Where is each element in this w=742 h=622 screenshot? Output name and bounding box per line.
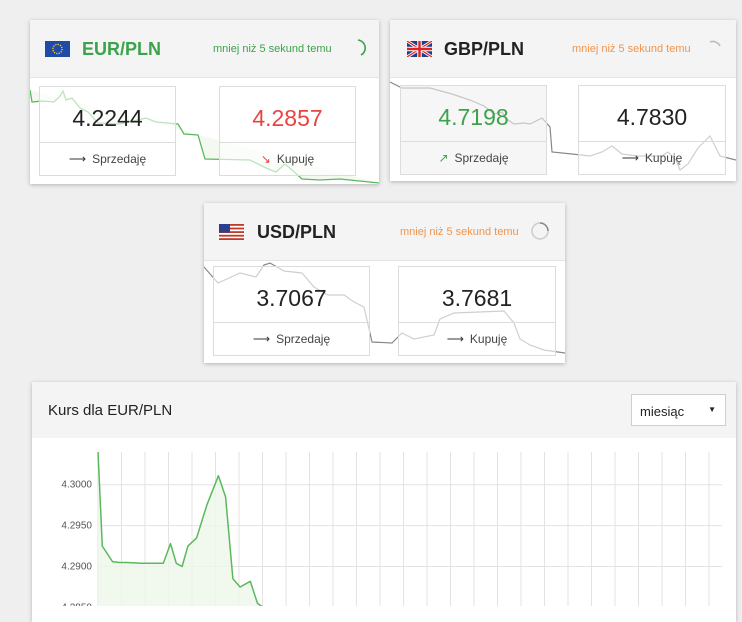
eu-flag-icon (45, 41, 70, 57)
uk-flag-icon (407, 41, 432, 57)
sell-label: Sprzedaję (276, 332, 331, 346)
pair-title: EUR/PLN (82, 39, 162, 59)
rate-chart-panel: Kurs dla EUR/PLN miesiąc ▼ 4.3000 4.2950 4… (32, 382, 736, 622)
buy-label: Kupuję (276, 152, 315, 166)
buy-rate-box: 4.2857 ↘ Kupuję (219, 86, 356, 176)
trend-up-icon: ↗ (438, 151, 449, 165)
arrow-right-icon: ⟶ (621, 151, 639, 165)
sell-label: Sprzedaję (92, 152, 147, 166)
chart-title: Kurs dla EUR/PLN (48, 402, 173, 419)
refresh-spinner-icon (357, 39, 366, 56)
pair-title: GBP/PLN (444, 39, 525, 59)
period-select[interactable]: miesiąc ▼ (631, 394, 726, 426)
sell-rate-box: 4.2244 ⟶ Sprzedaję (39, 86, 176, 176)
refresh-spinner-icon (531, 222, 549, 240)
sell-rate-box: 4.7198 ↗ Sprzedaję (400, 85, 547, 175)
sell-button[interactable]: ⟶ Sprzedaję (40, 142, 175, 175)
buy-rate-box: 3.7681 ⟶ Kupuję (398, 266, 556, 356)
currency-card-usd: USD/PLN mniej niż 5 sekund temu 3.7067 ⟶… (204, 203, 565, 363)
buy-rate-value: 4.7830 (616, 104, 688, 130)
rate-line-chart: 4.3000 4.2950 4.2900 4.2850 (61, 451, 722, 606)
update-status: mniej niż 5 sekund temu (572, 43, 691, 55)
card-header: USD/PLN mniej niż 5 sekund temu (204, 203, 565, 261)
buy-rate-value: 3.7681 (441, 285, 513, 311)
card-header: GBP/PLN mniej niż 5 sekund temu (390, 20, 736, 78)
y-tick-label: 4.2950 (61, 521, 92, 532)
update-status: mniej niż 5 sekund temu (213, 43, 332, 55)
arrow-right-icon: ⟶ (252, 332, 271, 346)
y-tick-label: 4.3000 (61, 480, 92, 491)
arrow-right-icon: ⟶ (68, 152, 87, 166)
currency-card-eur: EUR/PLN mniej niż 5 sekund temu 4.2244 ⟶… (30, 20, 379, 184)
us-flag-icon (219, 224, 244, 240)
refresh-spinner-icon (709, 40, 721, 47)
currency-card-gbp: GBP/PLN mniej niż 5 sekund temu 4.7198 ↗… (390, 20, 736, 181)
y-tick-label: 4.2850 (61, 602, 92, 606)
period-selected: miesiąc (640, 404, 685, 419)
arrow-right-icon: ⟶ (446, 332, 464, 346)
sell-button[interactable]: ⟶ Sprzedaję (214, 322, 369, 355)
chevron-down-icon: ▼ (708, 405, 716, 414)
card-header: EUR/PLN mniej niż 5 sekund temu (30, 20, 379, 78)
sell-rate-value: 3.7067 (256, 285, 327, 311)
chart-header: Kurs dla EUR/PLN miesiąc ▼ (32, 382, 736, 438)
buy-rate-box: 4.7830 ⟶ Kupuję (578, 85, 726, 175)
trend-down-icon: ↘ (260, 152, 271, 166)
y-tick-label: 4.2900 (61, 562, 92, 573)
sell-label: Sprzedaję (454, 151, 509, 165)
buy-button[interactable]: ↘ Kupuję (220, 142, 355, 175)
series-area (98, 452, 325, 606)
buy-label: Kupuję (644, 151, 683, 165)
update-status: mniej niż 5 sekund temu (400, 226, 519, 238)
pair-title: USD/PLN (257, 222, 337, 242)
sell-rate-value: 4.2244 (72, 105, 143, 131)
sell-rate-box: 3.7067 ⟶ Sprzedaję (213, 266, 370, 356)
buy-button[interactable]: ⟶ Kupuję (579, 141, 725, 174)
buy-button[interactable]: ⟶ Kupuję (399, 322, 555, 355)
sell-rate-value: 4.7198 (438, 104, 509, 130)
buy-label: Kupuję (469, 332, 508, 346)
sell-button[interactable]: ↗ Sprzedaję (401, 141, 546, 174)
buy-rate-value: 4.2857 (252, 105, 323, 131)
